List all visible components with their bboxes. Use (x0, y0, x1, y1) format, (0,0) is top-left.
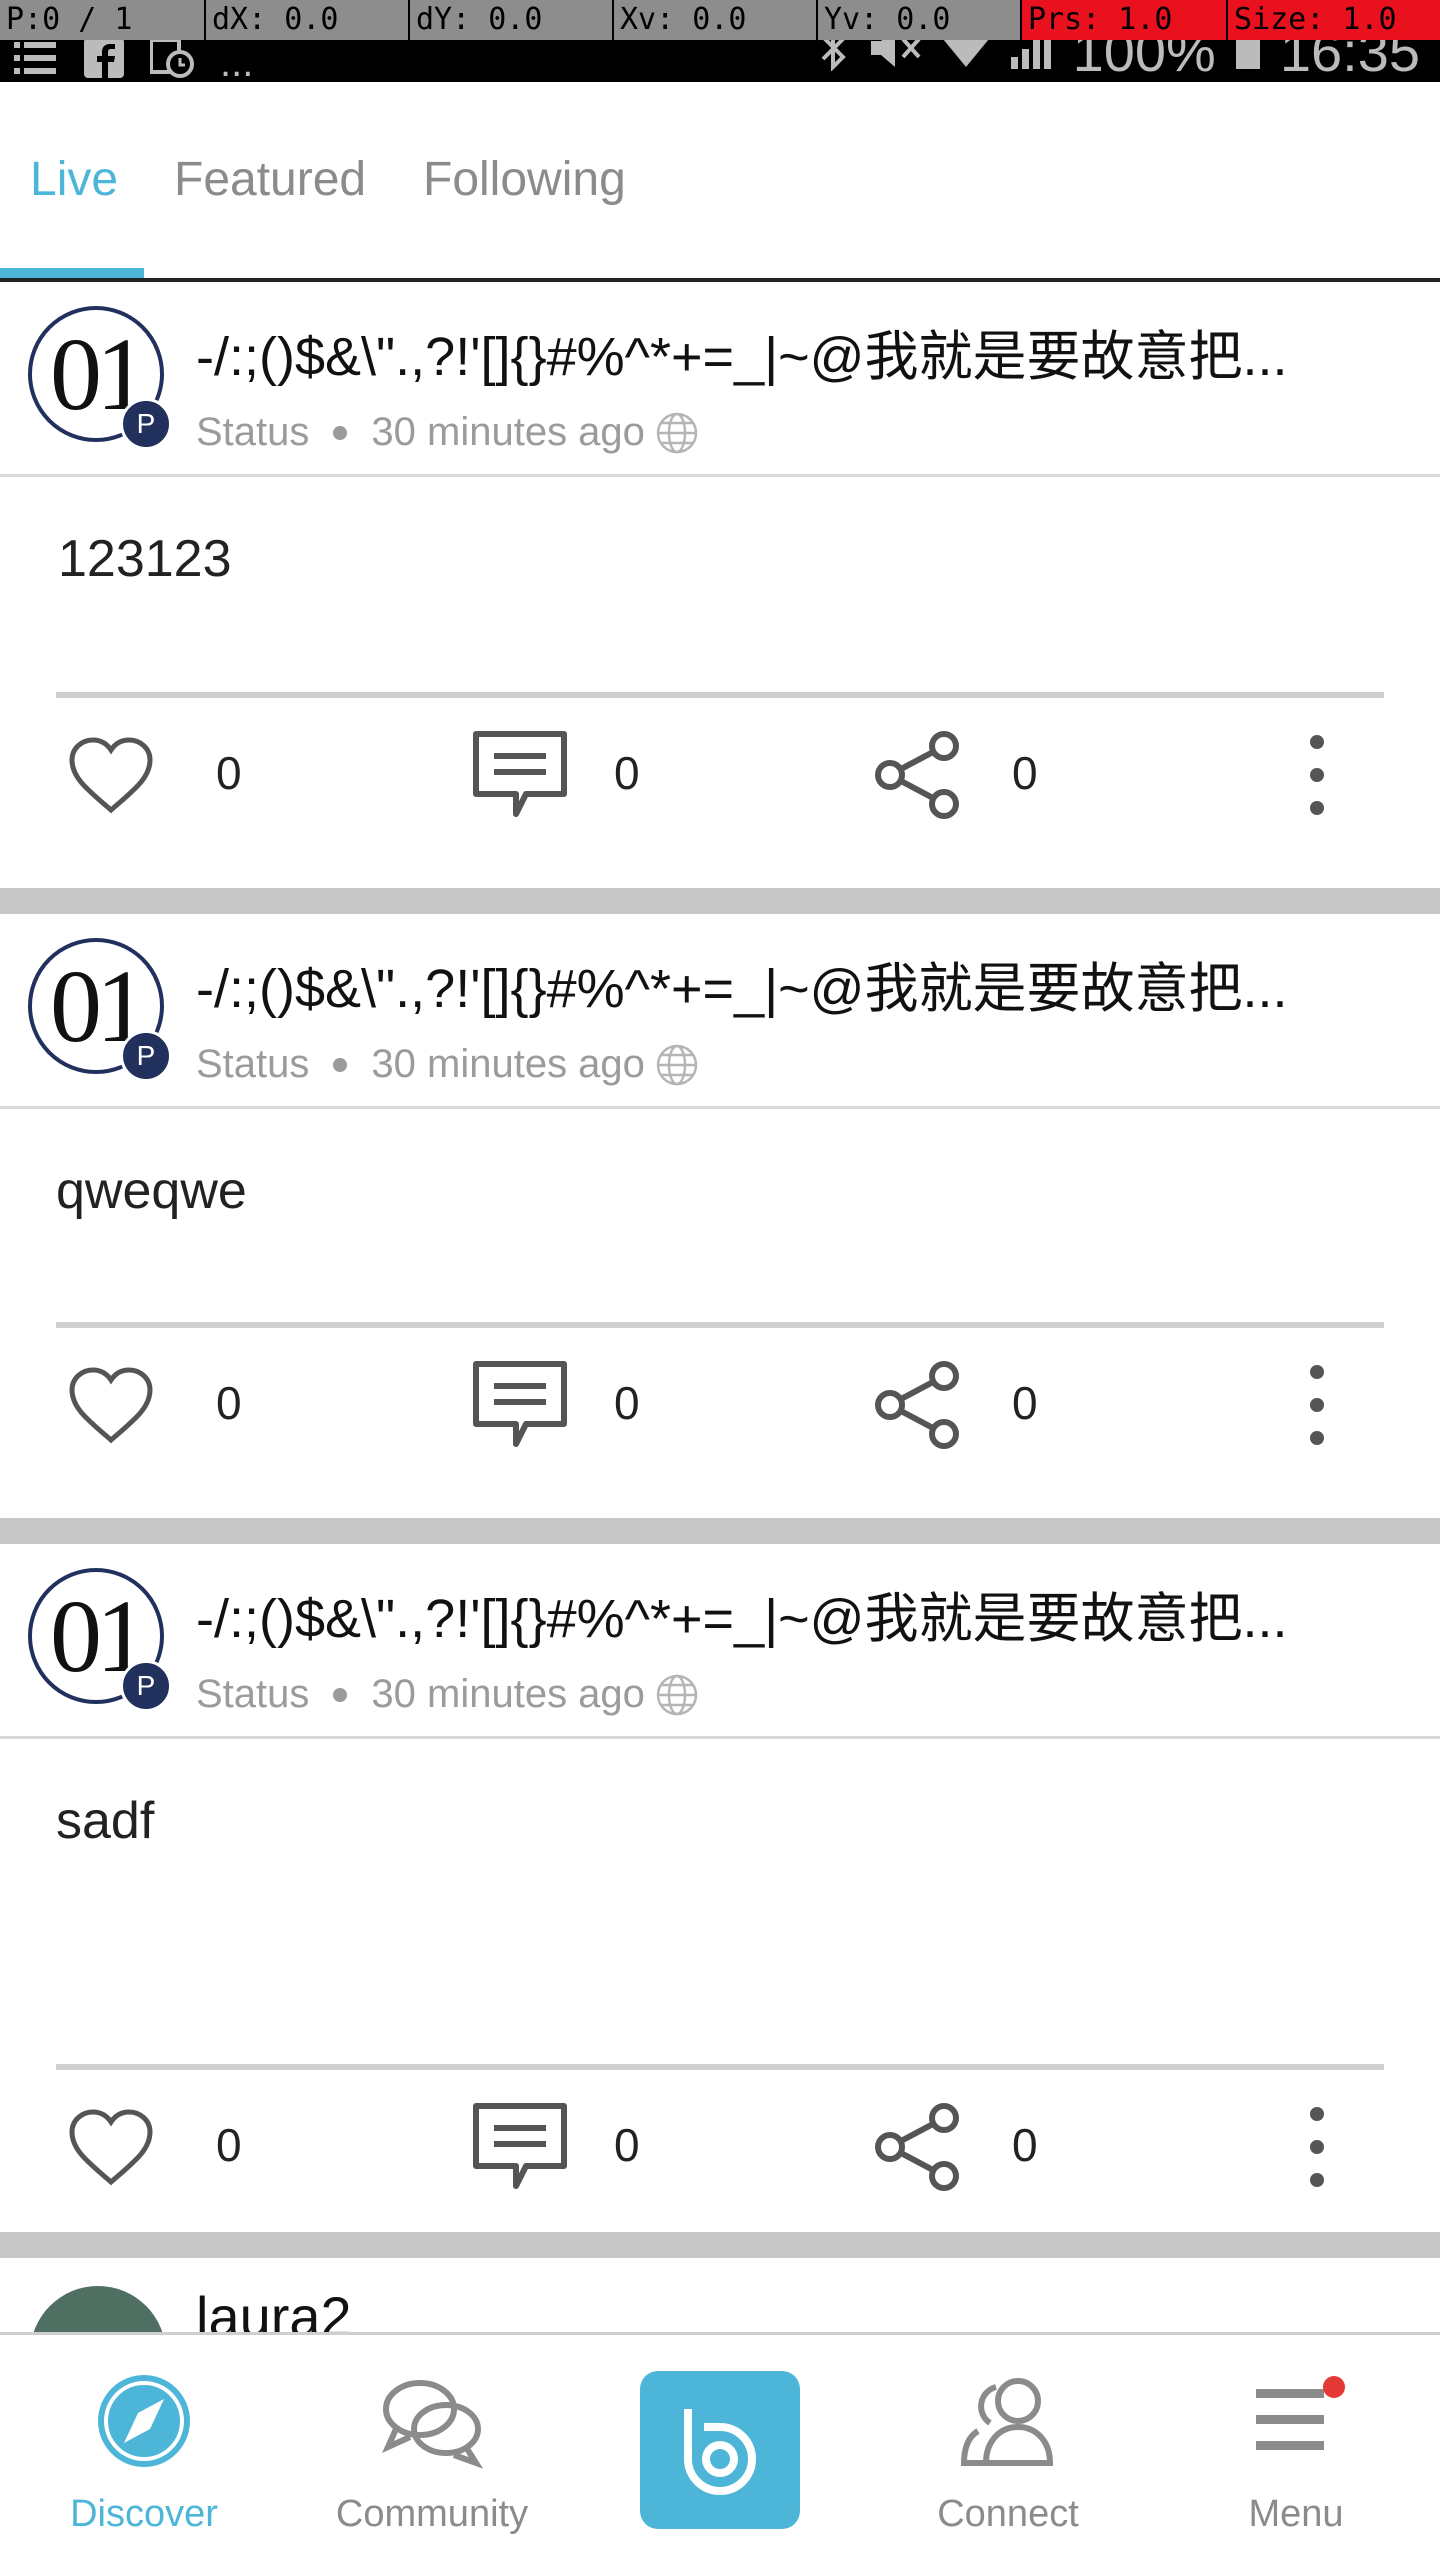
debug-dy: dY: 0.0 (408, 0, 612, 40)
post-actions: 0 0 0 (0, 1340, 1440, 1460)
post-meta: Status 30 minutes ago (196, 1672, 699, 1717)
comment-icon[interactable] (472, 2102, 568, 2192)
nav-community[interactable]: Community (288, 2335, 576, 2563)
post-type: Status (196, 1042, 310, 1086)
comment-icon[interactable] (472, 1360, 568, 1450)
nav-label: Discover (70, 2493, 218, 2535)
post-feed[interactable]: 01 P -/:;()$&\".,?!'[]{}#%^*+=_|~@我就是要故意… (0, 282, 1440, 2350)
comment-count: 0 (614, 1377, 640, 1429)
post-card: 01 P -/:;()$&\".,?!'[]{}#%^*+=_|~@我就是要故意… (0, 282, 1440, 888)
post-card: 01 P -/:;()$&\".,?!'[]{}#%^*+=_|~@我就是要故意… (0, 914, 1440, 1518)
share-icon[interactable] (872, 1360, 964, 1450)
bottom-navigation: Discover Community Connect Menu (0, 2332, 1440, 2563)
post-body: sadf (56, 1792, 155, 1850)
post-actions: 0 0 0 (0, 2082, 1440, 2202)
people-icon (960, 2378, 1054, 2466)
meta-separator-dot (333, 1057, 348, 1072)
post-divider (56, 2064, 1384, 2070)
more-options-icon[interactable] (1302, 1362, 1332, 1448)
heart-icon[interactable] (68, 736, 154, 814)
chat-bubbles-icon (382, 2380, 484, 2469)
debug-yv: Yv: 0.0 (816, 0, 1020, 40)
post-divider (56, 692, 1384, 698)
avatar-badge: P (120, 1030, 172, 1082)
post-time: 30 minutes ago (371, 1042, 645, 1086)
globe-icon (656, 412, 698, 453)
tab-featured[interactable]: Featured (174, 152, 366, 207)
nav-connect[interactable]: Connect (864, 2335, 1152, 2563)
nav-label: Menu (1248, 2493, 1344, 2535)
pointer-debug-overlay: P:0 / 1 dX: 0.0 dY: 0.0 Xv: 0.0 Yv: 0.0 … (0, 0, 1440, 40)
post-divider (56, 1322, 1384, 1328)
list-icon (14, 38, 58, 82)
more-options-icon[interactable] (1302, 732, 1332, 818)
debug-pointer: P:0 / 1 (6, 2, 133, 37)
facebook-icon (84, 38, 124, 82)
like-count: 0 (216, 1377, 242, 1429)
status-bar: ... 100% 16:35 P:0 / 1 dX: 0.0 dY: 0.0 X… (0, 0, 1440, 82)
comment-count: 0 (614, 747, 640, 799)
hamburger-icon (1256, 2376, 1345, 2450)
post-author-title[interactable]: -/:;()$&\".,?!'[]{}#%^*+=_|~@我就是要故意把... (196, 1574, 1416, 1653)
share-count: 0 (1012, 747, 1038, 799)
post-header: 01 P -/:;()$&\".,?!'[]{}#%^*+=_|~@我就是要故意… (0, 914, 1440, 1109)
more-icon: ... (220, 40, 254, 83)
globe-icon (656, 1044, 698, 1085)
avatar-badge: P (120, 398, 172, 450)
active-tab-indicator (0, 268, 144, 278)
post-time: 30 minutes ago (371, 1672, 645, 1716)
post-header: 01 P -/:;()$&\".,?!'[]{}#%^*+=_|~@我就是要故意… (0, 1544, 1440, 1739)
nav-label: Connect (937, 2493, 1079, 2535)
post-body: qweqwe (56, 1162, 247, 1220)
status-left-icons: ... (14, 38, 253, 82)
globe-icon (656, 1674, 698, 1715)
post-type: Status (196, 1672, 310, 1716)
post-header: 01 P -/:;()$&\".,?!'[]{}#%^*+=_|~@我就是要故意… (0, 282, 1440, 477)
share-icon[interactable] (872, 730, 964, 820)
meta-separator-dot (333, 425, 348, 440)
notification-dot (1323, 2376, 1345, 2398)
heart-icon[interactable] (68, 1366, 154, 1444)
like-count: 0 (216, 747, 242, 799)
debug-dx: dX: 0.0 (204, 0, 408, 40)
nav-discover[interactable]: Discover (0, 2335, 288, 2563)
share-count: 0 (1012, 1377, 1038, 1429)
post-type: Status (196, 410, 310, 454)
post-meta: Status 30 minutes ago (196, 410, 699, 455)
share-icon[interactable] (872, 2102, 964, 2192)
post-separator (0, 1518, 1440, 1544)
post-card: 01 P -/:;()$&\".,?!'[]{}#%^*+=_|~@我就是要故意… (0, 1544, 1440, 2232)
post-separator (0, 2232, 1440, 2258)
nav-menu[interactable]: Menu (1152, 2335, 1440, 2563)
comment-icon[interactable] (472, 730, 568, 820)
like-count: 0 (216, 2119, 242, 2171)
feed-tabs: Live Featured Following (0, 82, 1440, 282)
debug-size: Size: 1.0 (1226, 0, 1440, 40)
post-body: 123123 (58, 530, 232, 588)
post-actions: 0 0 0 (0, 710, 1440, 830)
more-options-icon[interactable] (1302, 2104, 1332, 2190)
compass-icon (98, 2375, 190, 2467)
compose-button[interactable] (640, 2371, 800, 2529)
avatar-badge: P (120, 1660, 172, 1712)
debug-pressure: Prs: 1.0 (1020, 0, 1226, 40)
nav-label: Community (335, 2493, 529, 2535)
post-time: 30 minutes ago (371, 410, 645, 454)
tab-live[interactable]: Live (30, 152, 118, 207)
post-author-title[interactable]: -/:;()$&\".,?!'[]{}#%^*+=_|~@我就是要故意把... (196, 944, 1416, 1023)
tab-following[interactable]: Following (423, 152, 626, 207)
brand-logo-icon (684, 2409, 756, 2495)
share-count: 0 (1012, 2119, 1038, 2171)
meta-separator-dot (333, 1687, 348, 1702)
post-author-title[interactable]: -/:;()$&\".,?!'[]{}#%^*+=_|~@我就是要故意把... (196, 312, 1416, 391)
comment-count: 0 (614, 2119, 640, 2171)
clock-icon (149, 38, 194, 82)
post-separator (0, 888, 1440, 914)
post-meta: Status 30 minutes ago (196, 1042, 699, 1087)
debug-xv: Xv: 0.0 (612, 0, 816, 40)
heart-icon[interactable] (68, 2108, 154, 2186)
